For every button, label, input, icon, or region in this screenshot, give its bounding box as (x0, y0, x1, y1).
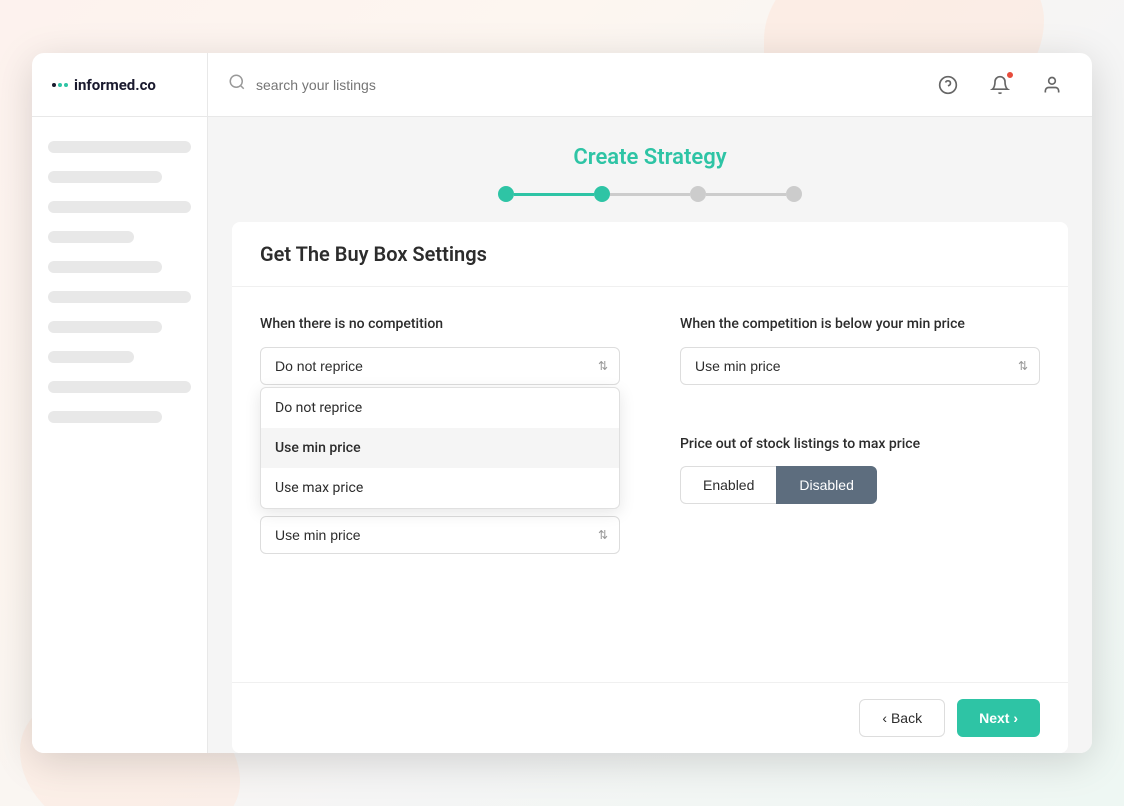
step-1-dot (498, 186, 514, 202)
logo-dot-1 (52, 83, 56, 87)
help-button[interactable] (932, 69, 964, 101)
disabled-toggle-button[interactable]: Disabled (776, 466, 876, 504)
no-competition-field: When there is no competition Do not repr… (260, 315, 620, 385)
sidebar-skeleton-6 (48, 291, 191, 303)
sidebar-skeleton-1 (48, 141, 191, 153)
search-icon (228, 73, 246, 96)
step-line-3-4 (706, 193, 786, 196)
below-min-price-label: When the competition is below your min p… (680, 315, 1040, 335)
step-2-dot (594, 186, 610, 202)
right-column: When the competition is below your min p… (680, 315, 1040, 654)
top-bar: informed.co (32, 53, 1092, 117)
no-competition-select-wrapper: Do not reprice Use min price Use max pri… (260, 347, 620, 385)
main-layout: Create Strategy Get The Buy Box Sett (32, 117, 1092, 753)
logo-dot-3 (64, 83, 68, 87)
matches-min-price-select-wrapper: Use min price Use max price Do not repri… (260, 516, 620, 554)
step-3-dot (690, 186, 706, 202)
panel-header: Get The Buy Box Settings (232, 222, 1068, 287)
panel-footer: ‹ Back Next › (232, 682, 1068, 753)
outer-wrapper: informed.co (0, 0, 1124, 806)
notification-badge (1006, 71, 1014, 79)
logo-dots (52, 83, 68, 87)
top-bar-icons (932, 69, 1092, 101)
next-button[interactable]: Next › (957, 699, 1040, 737)
sidebar-skeleton-5 (48, 261, 162, 273)
panel-title: Get The Buy Box Settings (260, 242, 1040, 266)
sidebar-skeleton-7 (48, 321, 162, 333)
logo-dot-2 (58, 83, 62, 87)
out-of-stock-field: Price out of stock listings to max price… (680, 435, 1040, 505)
sidebar-skeleton-9 (48, 381, 191, 393)
dropdown-option-use-min[interactable]: Use min price (261, 428, 619, 468)
page-title: Create Strategy (248, 145, 1052, 170)
below-min-price-field: When the competition is below your min p… (680, 315, 1040, 385)
step-4-dot (786, 186, 802, 202)
left-column: When there is no competition Do not repr… (260, 315, 620, 654)
content-panel: Get The Buy Box Settings When there is n… (232, 222, 1068, 753)
dropdown-option-use-max[interactable]: Use max price (261, 468, 619, 508)
step-line-1-2 (514, 193, 594, 196)
dropdown-option-do-not-reprice[interactable]: Do not reprice (261, 388, 619, 428)
below-min-price-select[interactable]: Use min price Use max price Do not repri… (680, 347, 1040, 385)
sidebar-skeleton-10 (48, 411, 162, 423)
below-min-price-select-wrapper: Use min price Use max price Do not repri… (680, 347, 1040, 385)
out-of-stock-label: Price out of stock listings to max price (680, 435, 1040, 455)
back-button[interactable]: ‹ Back (859, 699, 945, 737)
content-header: Create Strategy (208, 117, 1092, 222)
no-competition-label: When there is no competition (260, 315, 620, 335)
no-competition-dropdown[interactable]: Do not reprice Use min price Use max pri… (260, 387, 620, 509)
matches-min-price-select[interactable]: Use min price Use max price Do not repri… (260, 516, 620, 554)
user-profile-button[interactable] (1036, 69, 1068, 101)
sidebar-skeleton-8 (48, 351, 134, 363)
enabled-toggle-button[interactable]: Enabled (680, 466, 776, 504)
search-bar[interactable] (208, 73, 932, 96)
notifications-button[interactable] (984, 69, 1016, 101)
panel-body: When there is no competition Do not repr… (232, 287, 1068, 682)
sidebar (32, 117, 208, 753)
sidebar-skeleton-3 (48, 201, 191, 213)
search-input[interactable] (256, 77, 912, 93)
content-area: Create Strategy Get The Buy Box Sett (208, 117, 1092, 753)
out-of-stock-toggle-group: Enabled Disabled (680, 466, 1040, 504)
stepper (248, 186, 1052, 202)
logo: informed.co (52, 76, 156, 94)
sidebar-skeleton-2 (48, 171, 162, 183)
sidebar-skeleton-4 (48, 231, 134, 243)
logo-area: informed.co (32, 53, 208, 117)
no-competition-select[interactable]: Do not reprice Use min price Use max pri… (260, 347, 620, 385)
step-line-2-3 (610, 193, 690, 196)
logo-text: informed.co (74, 76, 156, 94)
app-window: informed.co (32, 53, 1092, 753)
